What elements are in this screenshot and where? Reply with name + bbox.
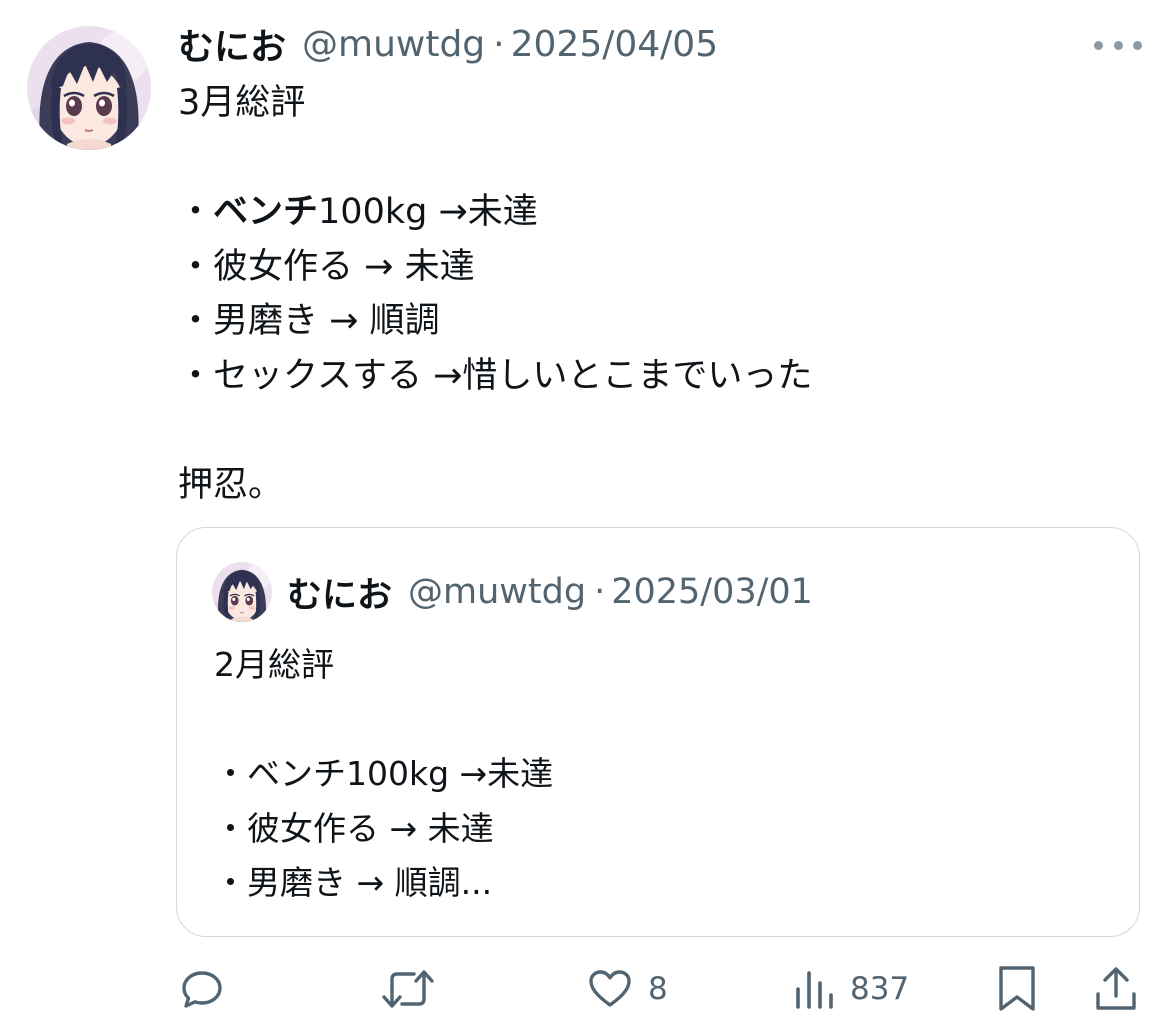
- views-icon: [796, 971, 833, 1009]
- retweet-button[interactable]: [380, 958, 436, 1020]
- more-options-icon[interactable]: [1094, 34, 1142, 56]
- bookmark-button[interactable]: [996, 958, 1038, 1020]
- list-item: ・男磨き → 順調: [178, 294, 1118, 349]
- bold-text: ベンチ: [213, 192, 319, 232]
- tweet-text: 3月総評 ・ベンチ100kg →未達 ・彼女作る → 未達 ・男磨き → 順調 …: [178, 76, 1118, 512]
- list-item: ・ベンチ100kg →未達: [178, 185, 1118, 240]
- views-button[interactable]: 837: [794, 958, 909, 1020]
- list-item-text: 彼女作る → 未達: [213, 246, 475, 287]
- quoted-tweet-date: 2025/03/01: [611, 572, 813, 612]
- tweet-closing: 押忍。: [178, 464, 284, 505]
- bullet: ・: [178, 355, 214, 396]
- user-handle[interactable]: @muwtdg: [302, 24, 485, 65]
- avatar[interactable]: [27, 26, 151, 150]
- list-item-text: セックスする →惜しいとこまでいった: [213, 355, 813, 396]
- list-item-text: 男磨き → 順調: [213, 301, 440, 341]
- tweet-date[interactable]: 2025/04/05: [511, 24, 719, 65]
- bookmark-icon: [999, 966, 1035, 1011]
- quoted-user-handle: @muwtdg: [408, 572, 587, 612]
- share-icon: [1096, 967, 1136, 1010]
- quoted-avatar[interactable]: [212, 562, 272, 622]
- retweet-icon: [382, 970, 434, 1008]
- like-button[interactable]: 8: [586, 958, 668, 1020]
- more-dot: [1094, 40, 1103, 50]
- reply-icon: [182, 971, 222, 1008]
- bullet: ・: [178, 246, 214, 287]
- reply-button[interactable]: [178, 958, 226, 1020]
- tweet[interactable]: むにお @muwtdg · 2025/04/05 3月総評 ・ベンチ100kg …: [0, 0, 1169, 1025]
- quoted-list-item: ・ベンチ100kg →未達: [214, 754, 554, 793]
- more-dot: [1113, 40, 1123, 50]
- quoted-tweet-text: 2月総評 ・ベンチ100kg →未達 ・彼女作る → 未達 ・男磨き → 順調.…: [214, 638, 553, 911]
- like-count: 8: [648, 971, 668, 1007]
- quoted-display-name: むにお: [287, 575, 393, 616]
- quoted-tweet-header: むにお @muwtdg · 2025/03/01: [287, 570, 813, 616]
- views-count: 837: [850, 971, 910, 1007]
- list-item: ・セックスする →惜しいとこまでいった: [178, 349, 1118, 404]
- heart-icon: [589, 970, 631, 1007]
- separator-dot: ·: [594, 572, 606, 612]
- display-name[interactable]: むにお: [178, 18, 286, 70]
- quoted-title: 2月総評: [214, 645, 334, 684]
- tweet-title: 3月総評: [178, 83, 306, 123]
- bullet: ・: [178, 301, 214, 341]
- more-dot: [1133, 40, 1142, 50]
- action-bar: 8 837: [0, 958, 1169, 1020]
- tweet-header: むにお @muwtdg · 2025/04/05: [178, 18, 719, 70]
- quoted-tweet-card[interactable]: むにお @muwtdg · 2025/03/01 2月総評 ・ベンチ100kg …: [176, 527, 1140, 937]
- quoted-list-item: ・男磨き → 順調...: [214, 863, 493, 902]
- list-item: ・彼女作る → 未達: [178, 240, 1118, 295]
- share-button[interactable]: [1092, 958, 1140, 1020]
- quoted-list-item: ・彼女作る → 未達: [214, 808, 494, 848]
- separator-dot: ·: [493, 23, 505, 65]
- list-item-text: 100kg →未達: [318, 192, 538, 232]
- bullet: ・: [178, 192, 214, 232]
